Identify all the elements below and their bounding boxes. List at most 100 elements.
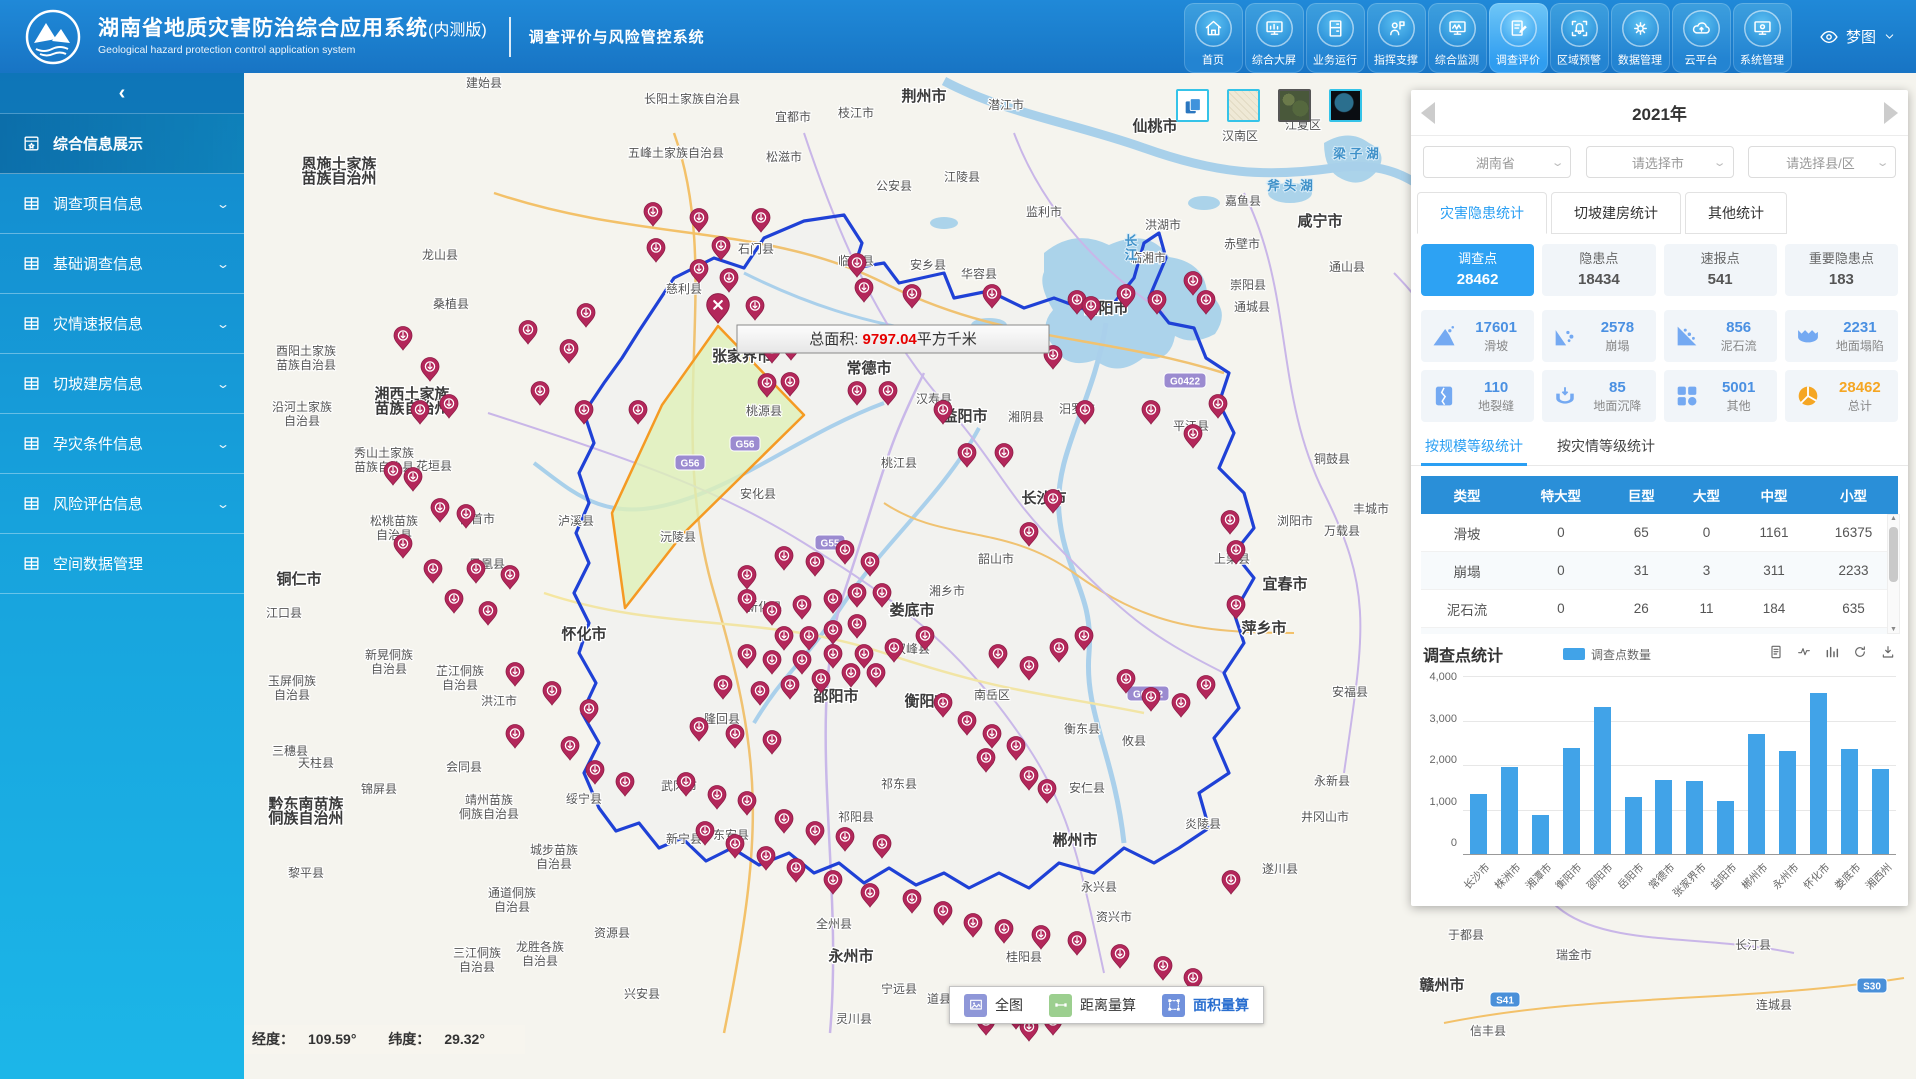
nav-item-7[interactable]: 数据管理 [1611, 3, 1670, 73]
nav-item-5[interactable]: 调查评价 [1489, 3, 1548, 73]
chart-tool-doc[interactable] [1768, 644, 1784, 665]
sub-tab-0[interactable]: 按规模等级统计 [1425, 436, 1523, 465]
eye-icon [1819, 27, 1839, 47]
nav-item-8[interactable]: 云平台 [1672, 3, 1731, 73]
stat-card-2[interactable]: 速报点 541 [1664, 244, 1777, 296]
bar-岳阳市[interactable] [1625, 797, 1642, 854]
chart-tool-download[interactable] [1880, 644, 1896, 665]
hazard-card-6[interactable]: 5001 其他 [1664, 370, 1777, 422]
chart-tool-bars[interactable] [1824, 644, 1840, 665]
map-label: 安乡县 [910, 257, 946, 272]
measure-tool-2[interactable]: 面积量算 [1162, 994, 1249, 1017]
bar-永州市[interactable] [1779, 751, 1796, 854]
table-cell: 31 [1609, 552, 1674, 590]
basemap-street-thumbnail[interactable] [1227, 89, 1260, 122]
y-tick: 2,000 [1423, 754, 1463, 766]
map-label: 浏阳市 [1277, 513, 1313, 528]
nav-item-4[interactable]: 综合监测 [1428, 3, 1487, 73]
nav-item-2[interactable]: 业务运行 [1306, 3, 1365, 73]
bar-长沙市[interactable] [1470, 794, 1487, 854]
bar-怀化市[interactable] [1810, 693, 1827, 854]
sidebar-item-0[interactable]: 综合信息展示 [0, 114, 244, 174]
road-shield: G56 [730, 436, 760, 451]
hazard-card-5[interactable]: 85 地面沉降 [1542, 370, 1655, 422]
sub-tab-1[interactable]: 按灾情等级统计 [1557, 436, 1655, 465]
table-cell: 311 [1739, 552, 1809, 590]
region-select-2[interactable]: 请选择县/区 ⌄ [1748, 146, 1896, 178]
map-label: 洪江市 [481, 693, 517, 708]
stat-tab-1[interactable]: 切坡建房统计 [1551, 192, 1681, 234]
bar-郴州市[interactable] [1748, 734, 1765, 854]
stat-card-1[interactable]: 隐患点 18434 [1542, 244, 1655, 296]
nav-item-0[interactable]: 首页 [1184, 3, 1243, 73]
layer-switch-button[interactable] [1176, 89, 1209, 122]
area-icon [1162, 994, 1185, 1017]
map-label: 斧头湖 [1267, 178, 1317, 193]
year-prev-button[interactable] [1411, 90, 1445, 135]
table-cell: 184 [1739, 590, 1809, 628]
sidebar-item-1[interactable]: 调查项目信息⌄ [0, 174, 244, 234]
map-label: 龙山县 [422, 248, 458, 262]
table-scrollbar[interactable]: ▲ ▼ [1887, 514, 1900, 634]
table-cell: 0 [1513, 552, 1609, 590]
sidebar-item-2[interactable]: 基础调查信息⌄ [0, 234, 244, 294]
basemap-globe-thumbnail[interactable] [1329, 89, 1362, 122]
scroll-down-icon[interactable]: ▼ [1888, 626, 1899, 633]
hazard-card-0[interactable]: 17601 滑坡 [1421, 310, 1534, 362]
bar-常德市[interactable] [1655, 780, 1672, 854]
bar-益阳市[interactable] [1717, 801, 1734, 854]
stat-card-3[interactable]: 重要隐患点 183 [1785, 244, 1898, 296]
sidebar-item-label: 基础调查信息 [53, 253, 218, 274]
hazard-card-value: 28462 [1839, 377, 1881, 398]
scrollbar-thumb[interactable] [1889, 527, 1898, 582]
chart-tool-refresh[interactable] [1852, 644, 1868, 665]
hazard-card-value: 5001 [1722, 377, 1755, 398]
total-icon [1794, 382, 1822, 410]
sidebar-item-3[interactable]: 灾情速报信息⌄ [0, 294, 244, 354]
sidebar-item-7[interactable]: 空间数据管理 [0, 534, 244, 594]
hazard-card-2[interactable]: 856 泥石流 [1664, 310, 1777, 362]
bar-株洲市[interactable] [1501, 767, 1518, 854]
measure-tool-1[interactable]: 距离量算 [1049, 994, 1136, 1017]
map-label: 长阳土家族自治县 [644, 91, 740, 106]
user-menu[interactable]: 梦图 [1819, 26, 1896, 47]
bar-张家界市[interactable] [1686, 781, 1703, 854]
nav-item-1[interactable]: 综合大屏 [1245, 3, 1304, 73]
region-select-1[interactable]: 请选择市 ⌄ [1586, 146, 1734, 178]
table-cell: 65 [1609, 514, 1674, 552]
team-icon [1386, 18, 1407, 39]
sidebar-item-6[interactable]: 风险评估信息⌄ [0, 474, 244, 534]
bar-湘西州[interactable] [1872, 769, 1889, 854]
measure-tool-0[interactable]: 全图 [964, 994, 1023, 1017]
hazard-card-label: 地面沉降 [1593, 398, 1641, 415]
hazard-card-3[interactable]: 2231 地面塌陷 [1785, 310, 1898, 362]
basemap-satellite-thumbnail[interactable] [1278, 89, 1311, 122]
select-value: 湖南省 [1438, 153, 1553, 172]
hazard-card-1[interactable]: 2578 崩塌 [1542, 310, 1655, 362]
bar-湘潭市[interactable] [1532, 815, 1549, 854]
sidebar-item-4[interactable]: 切坡建房信息⌄ [0, 354, 244, 414]
scroll-up-icon[interactable]: ▲ [1888, 515, 1899, 522]
bar-衡阳市[interactable] [1563, 748, 1580, 854]
bar-邵阳市[interactable] [1594, 707, 1611, 854]
map-label: 石门县 [738, 241, 774, 256]
stat-tab-0[interactable]: 灾害隐患统计 [1417, 192, 1547, 234]
nav-item-3[interactable]: 指挥支撑 [1367, 3, 1426, 73]
sidebar-item-label: 空间数据管理 [53, 553, 228, 574]
stat-tab-2[interactable]: 其他统计 [1685, 192, 1787, 234]
region-select-0[interactable]: 湖南省 ⌄ [1423, 146, 1571, 178]
year-next-button[interactable] [1874, 90, 1908, 135]
hazard-card-4[interactable]: 110 地裂缝 [1421, 370, 1534, 422]
sidebar-item-5[interactable]: 孕灾条件信息⌄ [0, 414, 244, 474]
sidebar-collapse-button[interactable]: ‹ [0, 73, 244, 114]
chart-tool-pulse[interactable] [1796, 644, 1812, 665]
nav-item-6[interactable]: 区域预警 [1550, 3, 1609, 73]
sidebar-item-label: 综合信息展示 [53, 133, 228, 154]
x-tick: 衡阳市 [1553, 860, 1586, 893]
stat-card-0[interactable]: 调查点 28462 [1421, 244, 1534, 296]
nav-item-9[interactable]: 系统管理 [1733, 3, 1792, 73]
hazard-card-7[interactable]: 28462 总计 [1785, 370, 1898, 422]
bar-娄底市[interactable] [1841, 749, 1858, 854]
tab-label: 灾害隐患统计 [1440, 203, 1524, 223]
map-label: 信丰县 [1470, 1024, 1506, 1038]
